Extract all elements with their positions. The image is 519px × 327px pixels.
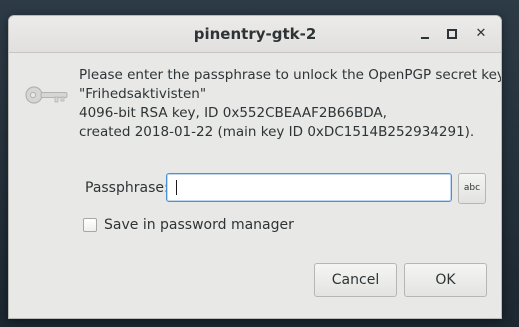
show-passphrase-button[interactable]: abc [458, 173, 486, 204]
key-icon [25, 86, 68, 104]
title-bar[interactable]: pinentry-gtk-2 ✕ [9, 16, 501, 53]
passphrase-input[interactable] [166, 173, 452, 202]
prompt-line-2: "Frihedsaktivisten" [79, 86, 207, 102]
prompt-line-1: Please enter the passphrase to unlock th… [79, 67, 502, 83]
minimize-icon[interactable] [415, 24, 435, 44]
close-icon[interactable]: ✕ [471, 24, 491, 44]
passphrase-label: Passphrase: [85, 180, 169, 196]
save-in-password-manager-label[interactable]: Save in password manager [104, 217, 294, 233]
maximize-icon[interactable] [442, 24, 462, 44]
prompt-line-4: created 2018-01-22 (main key ID 0xDC1514… [79, 124, 475, 140]
cancel-button[interactable]: Cancel [314, 263, 397, 297]
text-caret [176, 180, 177, 195]
prompt-line-3: 4096-bit RSA key, ID 0x552CBEAAF2B66BDA, [79, 105, 387, 121]
pinentry-dialog: pinentry-gtk-2 ✕ Please enter the passph… [8, 15, 502, 319]
prompt-message: Please enter the passphrase to unlock th… [79, 66, 502, 142]
ok-button[interactable]: OK [404, 263, 487, 297]
save-in-password-manager-checkbox[interactable] [83, 218, 97, 232]
